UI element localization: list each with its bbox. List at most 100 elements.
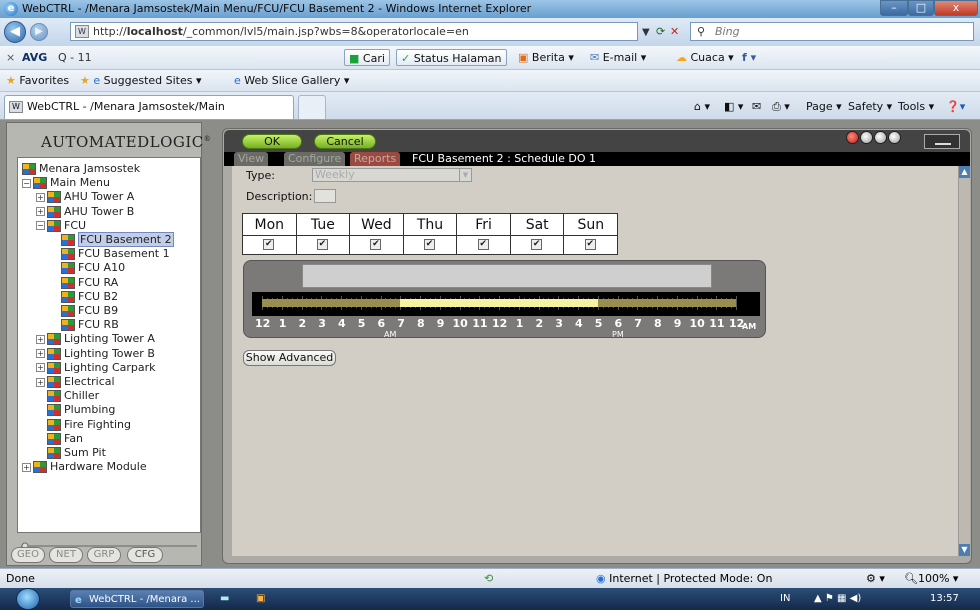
tree-item[interactable]: Fan (36, 432, 83, 446)
forward-button[interactable]: ▶ (30, 23, 48, 41)
close-button[interactable]: x (934, 0, 978, 16)
tree-item[interactable]: Sum Pit (36, 446, 106, 460)
url-field[interactable]: Whttp://localhost/_common/lvl5/main.jsp?… (70, 22, 638, 41)
toolbar-close-icon[interactable]: × (6, 49, 15, 66)
geo-button[interactable]: GEO (11, 547, 45, 563)
tree-item[interactable]: Chiller (36, 389, 99, 403)
zone-settings-icon[interactable]: ⚙ ▾ (866, 569, 885, 589)
expand-icon[interactable]: + (36, 207, 45, 217)
tree-item[interactable]: FCU B2 (50, 290, 118, 304)
tab-configure[interactable]: Configure (284, 152, 346, 166)
taskbar-app-icon[interactable]: ▣ (256, 588, 265, 610)
print-panel-icon[interactable] (860, 131, 873, 144)
tree-item[interactable]: + AHU Tower B (36, 205, 134, 219)
tray-icons[interactable]: ▲ ⚑ ▦ ◀) (814, 588, 861, 610)
browser-tab-active[interactable]: W WebCTRL - /Menara Jamsostek/Main Menu/… (4, 95, 294, 135)
cfg-button[interactable]: CFG (127, 547, 163, 563)
tree-item[interactable]: + Electrical (36, 375, 115, 389)
tree-item[interactable]: FCU B9 (50, 304, 118, 318)
taskbar-ie-item[interactable]: e WebCTRL - /Menara ... (70, 590, 204, 608)
search-input[interactable]: ⚲ Bing (690, 22, 974, 41)
facebook-icon[interactable]: f ▾ (742, 49, 756, 66)
day-checkbox[interactable]: ✔ (531, 239, 543, 250)
tree-item[interactable]: FCU RB (50, 318, 119, 332)
refresh-icon[interactable]: ⟳ (656, 23, 665, 40)
suggested-sites-link[interactable]: ★ e Suggested Sites ▾ (80, 72, 202, 89)
tree-item[interactable]: + Hardware Module (22, 460, 147, 474)
day-checkbox[interactable]: ✔ (424, 239, 436, 250)
panel-minimize-button[interactable] (924, 134, 960, 149)
language-indicator[interactable]: IN (780, 588, 790, 610)
new-tab-button[interactable] (298, 95, 326, 119)
expand-icon[interactable]: + (36, 363, 45, 373)
print-icon[interactable]: ⎙ ▾ (772, 98, 790, 115)
day-checkbox[interactable]: ✔ (370, 239, 382, 250)
zoom-level[interactable]: 🔍︎100% ▾ (904, 569, 958, 589)
tree-item[interactable]: Fire Fighting (36, 418, 131, 432)
day-checkbox[interactable]: ✔ (316, 239, 328, 250)
safety-menu[interactable]: Safety ▾ (848, 98, 892, 115)
grp-button[interactable]: GRP (87, 547, 121, 563)
home-icon[interactable]: ⌂ ▾ (694, 98, 710, 115)
day-checkbox[interactable]: ✔ (584, 239, 596, 250)
avg-search[interactable]: Q - 11 (58, 49, 92, 66)
avg-logo[interactable]: AVG (22, 49, 47, 66)
minimize-button[interactable]: – (880, 0, 908, 16)
main-vertical-scrollbar[interactable]: ▲ ▼ (958, 166, 970, 556)
description-field[interactable] (314, 189, 336, 203)
maximize-button[interactable]: □ (908, 0, 934, 16)
favorites-button[interactable]: ★ Favorites (6, 72, 69, 89)
tab-reports[interactable]: Reports (350, 152, 401, 166)
cuaca-button[interactable]: ☁ Cuaca ▾ (676, 49, 734, 66)
expand-icon[interactable]: + (36, 377, 45, 387)
tools-menu[interactable]: Tools ▾ (898, 98, 934, 115)
tree-item[interactable]: + Lighting Carpark (36, 361, 156, 375)
expand-icon[interactable]: + (36, 334, 45, 344)
tree-item[interactable]: FCU A10 (50, 261, 125, 275)
collapse-icon[interactable]: − (22, 178, 31, 188)
back-button[interactable]: ◀ (4, 21, 26, 43)
help-icon[interactable]: ❓▾ (946, 98, 965, 115)
tree-item[interactable]: + AHU Tower A (36, 190, 134, 204)
tree-item[interactable]: FCU RA (50, 276, 118, 290)
tree-item[interactable]: + Lighting Tower B (36, 347, 155, 361)
stop-icon[interactable]: ✕ (670, 23, 679, 40)
day-checkbox[interactable]: ✔ (263, 239, 275, 250)
scroll-down-arrow[interactable]: ▼ (959, 544, 970, 556)
tree-item[interactable]: − FCU (36, 219, 86, 233)
email-button[interactable]: ✉ E-mail ▾ (590, 49, 646, 66)
status-halaman-button[interactable]: ✓ Status Halaman (396, 49, 507, 66)
expand-icon[interactable]: + (36, 349, 45, 359)
taskbar-app-icon[interactable]: ▬ (220, 588, 229, 610)
tab-view[interactable]: View (234, 152, 269, 166)
tree-item-selected[interactable]: FCU Basement 2 (50, 232, 174, 247)
alarm-icon[interactable] (846, 131, 859, 144)
page-menu[interactable]: Page ▾ (806, 98, 842, 115)
berita-button[interactable]: ▣ Berita ▾ (518, 49, 574, 66)
expand-icon[interactable]: + (22, 462, 31, 472)
day-checkbox[interactable]: ✔ (477, 239, 489, 250)
net-button[interactable]: NET (49, 547, 83, 563)
url-dropdown-icon[interactable]: ▼ (642, 24, 650, 41)
feeds-icon[interactable]: ◧ ▾ (724, 98, 743, 115)
collapse-icon[interactable]: − (36, 221, 45, 231)
cancel-button[interactable]: Cancel (314, 134, 376, 149)
tree-item[interactable]: FCU Basement 1 (50, 247, 170, 261)
schedule-on-segment[interactable] (400, 299, 598, 307)
clock[interactable]: 13:57 (930, 588, 959, 610)
tree-item[interactable]: Menara Jamsostek (22, 162, 140, 176)
web-slice-gallery-link[interactable]: e Web Slice Gallery ▾ (234, 72, 349, 89)
start-button[interactable] (16, 588, 40, 610)
tree-item[interactable]: − Main Menu (22, 176, 110, 190)
ok-button[interactable]: OK (242, 134, 302, 149)
tree-item[interactable]: Plumbing (36, 403, 115, 417)
security-zone[interactable]: ◉ Internet | Protected Mode: On (596, 569, 772, 589)
cari-button[interactable]: ■ Cari (344, 49, 390, 66)
show-advanced-button[interactable]: Show Advanced (243, 350, 336, 366)
scroll-up-arrow[interactable]: ▲ (959, 166, 970, 178)
help-panel-icon[interactable] (888, 131, 901, 144)
expand-icon[interactable]: + (36, 192, 45, 202)
tree-item[interactable]: + Lighting Tower A (36, 332, 155, 346)
type-select[interactable]: Weekly ▼ (312, 168, 472, 182)
read-mail-icon[interactable]: ✉ (752, 98, 761, 115)
